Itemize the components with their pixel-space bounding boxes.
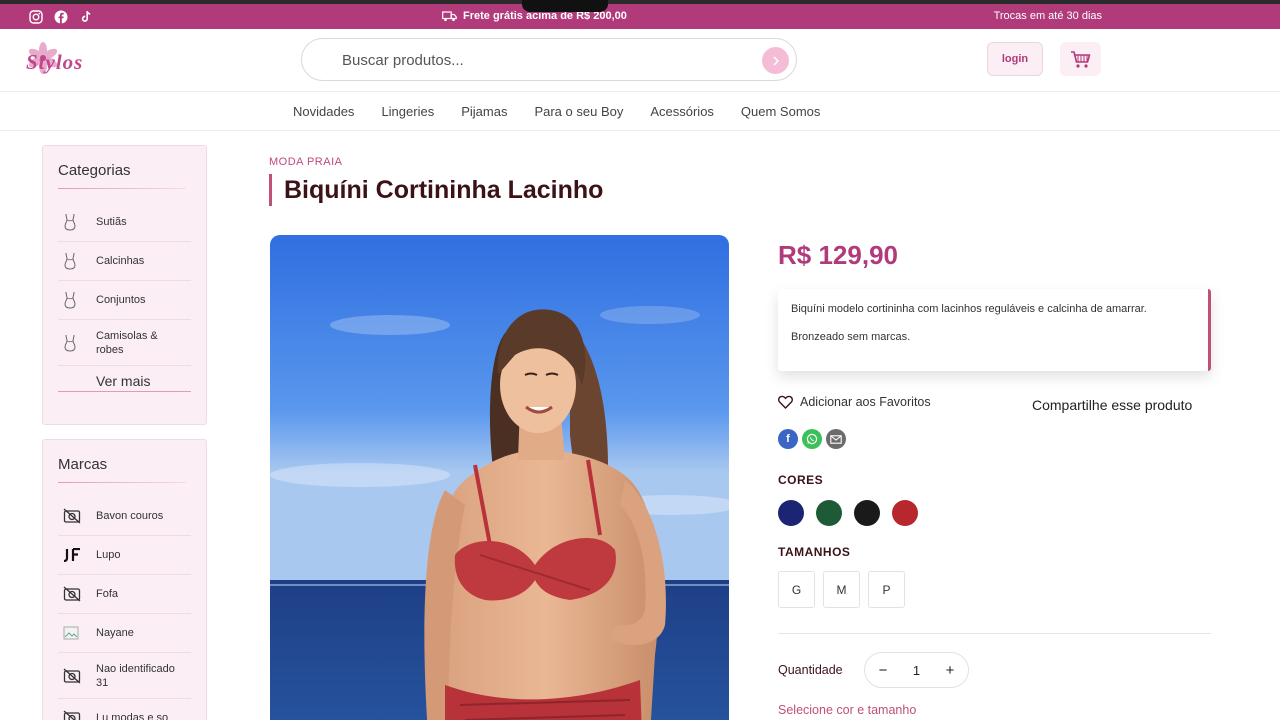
categories-title: Categorias [58, 162, 131, 179]
size-option-m[interactable]: M [823, 571, 860, 608]
favorites-label: Adicionar aos Favoritos [800, 395, 931, 409]
lingerie-icon [64, 213, 76, 231]
product-description: Biquíni modelo cortininha com lacinhos r… [778, 289, 1211, 371]
main-nav: Novidades Lingeries Pijamas Para o seu B… [0, 91, 1280, 131]
category-label: Sutiãs [96, 216, 127, 228]
no-image-icon [63, 586, 81, 602]
no-image-icon [63, 668, 81, 683]
description-line: Biquíni modelo cortininha com lacinhos r… [791, 303, 1147, 315]
chevron-right-icon [772, 55, 779, 66]
brand-label: Nao identificado 31 [96, 662, 175, 689]
brand-label: Nayane [96, 627, 134, 639]
lingerie-icon [64, 334, 76, 352]
description-line: Bronzeado sem marcas. [791, 331, 911, 343]
brand-item-nao-identificado-31[interactable]: Nao identificado 31 [58, 653, 191, 699]
brands-title-underline [58, 482, 186, 483]
category-item-sutias[interactable]: Sutiãs [58, 203, 191, 242]
product-category[interactable]: MODA PRAIA [269, 156, 342, 168]
nav-item-para-o-seu-boy[interactable]: Para o seu Boy [534, 104, 623, 119]
size-option-p[interactable]: P [868, 571, 905, 608]
brand-item-bavon-couros[interactable]: Bavon couros [58, 497, 191, 536]
whatsapp-share-icon[interactable] [802, 429, 822, 449]
brand-item-lupo[interactable]: Lupo [58, 536, 191, 575]
quantity-stepper: − 1 + [864, 652, 969, 688]
select-variant-hint: Selecione cor e tamanho [778, 703, 917, 717]
share-label: Compartilhe esse produto [1032, 397, 1193, 413]
category-label: Calcinhas [96, 255, 145, 267]
social-links [28, 9, 93, 24]
color-swatch-black[interactable] [854, 500, 880, 526]
instagram-icon[interactable] [28, 9, 43, 24]
email-share-icon[interactable] [826, 429, 846, 449]
category-item-calcinhas[interactable]: Calcinhas [58, 242, 191, 281]
quantity-label: Quantidade [778, 663, 843, 677]
nav-item-pijamas[interactable]: Pijamas [461, 104, 507, 119]
category-item-camisolas-robes[interactable]: Camisolas & robes [58, 320, 191, 366]
lingerie-icon [64, 252, 76, 270]
categories-title-underline [58, 188, 186, 189]
promo-bar: Frete grátis acima de R$ 200,00 Trocas e… [0, 0, 1280, 29]
product-price: R$ 129,90 [778, 240, 898, 270]
nav-item-quem-somos[interactable]: Quem Somos [741, 104, 820, 119]
nav-item-acessorios[interactable]: Acessórios [650, 104, 714, 119]
lupo-logo-icon [63, 548, 80, 562]
size-option-g[interactable]: G [778, 571, 815, 608]
logo-text: Stylos [26, 50, 84, 74]
share-buttons: f [778, 429, 846, 449]
nav-item-lingeries[interactable]: Lingeries [381, 104, 434, 119]
truck-icon [442, 10, 457, 21]
camera-notch [522, 0, 608, 12]
nav-item-novidades[interactable]: Novidades [293, 104, 354, 119]
category-label: Camisolas & robes [96, 329, 158, 356]
exchange-notice: Trocas em até 30 dias [993, 10, 1102, 22]
see-more-link[interactable]: Ver mais [58, 366, 191, 392]
brand-label: Lupo [96, 549, 121, 561]
categories-panel: Categorias Sutiãs Calcinhas Conjuntos Ca… [42, 145, 207, 425]
site-header: Stylos login [0, 29, 1280, 91]
cart-button[interactable] [1060, 42, 1101, 76]
logo[interactable]: Stylos [26, 41, 116, 81]
brand-item-lu-modas[interactable]: Lu modas e so [58, 699, 191, 720]
no-image-icon [63, 508, 81, 524]
category-item-conjuntos[interactable]: Conjuntos [58, 281, 191, 320]
quantity-value[interactable]: 1 [913, 663, 920, 678]
product-title: Biquíni Cortininha Lacinho [269, 174, 603, 206]
search-input[interactable] [342, 49, 742, 71]
divider [778, 633, 1211, 634]
brand-label: Bavon couros [96, 510, 164, 522]
brands-title: Marcas [58, 456, 108, 473]
size-options: G M P [778, 571, 905, 608]
sizes-label: TAMANHOS [778, 545, 851, 559]
no-image-icon [63, 710, 81, 720]
tiktok-icon[interactable] [78, 9, 93, 24]
color-swatch-red[interactable] [892, 500, 918, 526]
add-to-favorites-button[interactable]: Adicionar aos Favoritos [778, 395, 931, 409]
color-swatch-green[interactable] [816, 500, 842, 526]
login-button[interactable]: login [987, 42, 1043, 76]
colors-label: CORES [778, 473, 824, 487]
brand-label: Fofa [96, 588, 119, 600]
color-swatches [778, 500, 918, 526]
search-submit-button[interactable] [762, 47, 789, 74]
product-image[interactable] [270, 235, 729, 720]
facebook-icon[interactable] [53, 9, 68, 24]
color-swatch-navy[interactable] [778, 500, 804, 526]
category-label: Conjuntos [96, 294, 146, 306]
quantity-decrease-button[interactable]: − [877, 662, 889, 679]
facebook-share-icon[interactable]: f [778, 429, 798, 449]
brand-label: Lu modas e so [96, 712, 169, 720]
search-bar [301, 38, 797, 81]
heart-icon [778, 395, 793, 409]
broken-image-icon [63, 626, 79, 640]
lingerie-icon [64, 291, 76, 309]
brand-item-fofa[interactable]: Fofa [58, 575, 191, 614]
quantity-increase-button[interactable]: + [944, 662, 956, 679]
cart-icon [1070, 50, 1090, 68]
brand-item-nayane[interactable]: Nayane [58, 614, 191, 653]
brands-panel: Marcas Bavon couros Lupo Fofa Nayane Nao… [42, 439, 207, 720]
